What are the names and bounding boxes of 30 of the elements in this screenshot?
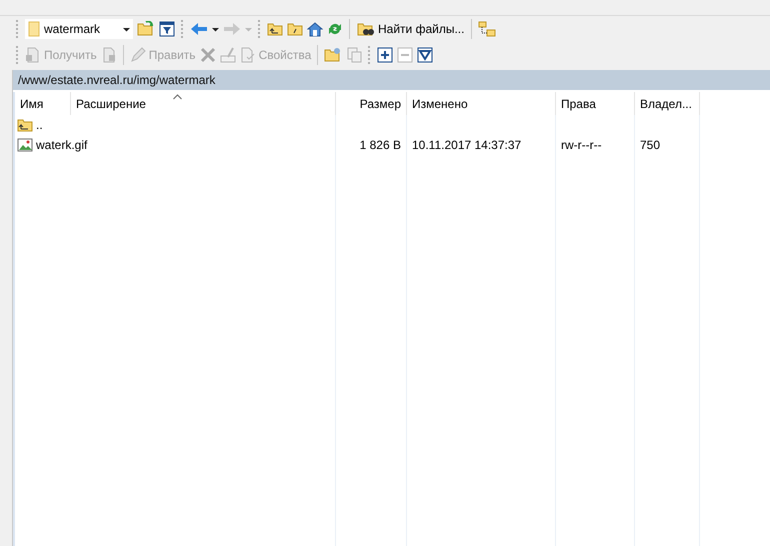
rename-icon[interactable] [220,47,236,63]
refresh-icon[interactable] [327,21,343,37]
copy-icon[interactable] [346,47,362,63]
filter-icon[interactable] [417,47,434,63]
folder-tree-icon[interactable] [478,21,496,37]
new-folder-icon[interactable] [324,47,342,63]
plus-icon[interactable] [377,47,394,63]
path-bar: /www/estate.nvreal.ru/img/watermark [13,70,770,90]
document-icon[interactable] [100,47,117,63]
file-name[interactable]: .. [36,116,43,134]
column-header[interactable]: Права [556,92,635,115]
owner: 750 [640,137,660,154]
folder-icon[interactable] [28,21,40,37]
find-files-button[interactable]: Найти файлы... [356,18,466,40]
file-size: 1 826 B [360,137,401,154]
parent-folder-icon[interactable] [267,21,283,37]
column-header[interactable]: Имя [15,92,71,115]
column-header[interactable]: Расширение [71,92,336,115]
column-header[interactable]: Владел... [635,92,700,115]
location-dropdown[interactable]: watermark [25,19,133,39]
home-icon[interactable] [307,21,323,37]
image-file-icon [17,137,33,153]
permissions: rw-r--r-- [561,137,602,154]
delete-icon[interactable] [200,47,216,63]
file-name[interactable]: waterk.gif [36,136,88,154]
column-header[interactable]: Изменено [407,92,556,115]
filter-icon[interactable] [159,21,175,37]
modified-date: 10.11.2017 14:37:37 [412,137,522,154]
parent-folder-icon [17,117,33,133]
column-header[interactable]: Размер [336,92,407,115]
